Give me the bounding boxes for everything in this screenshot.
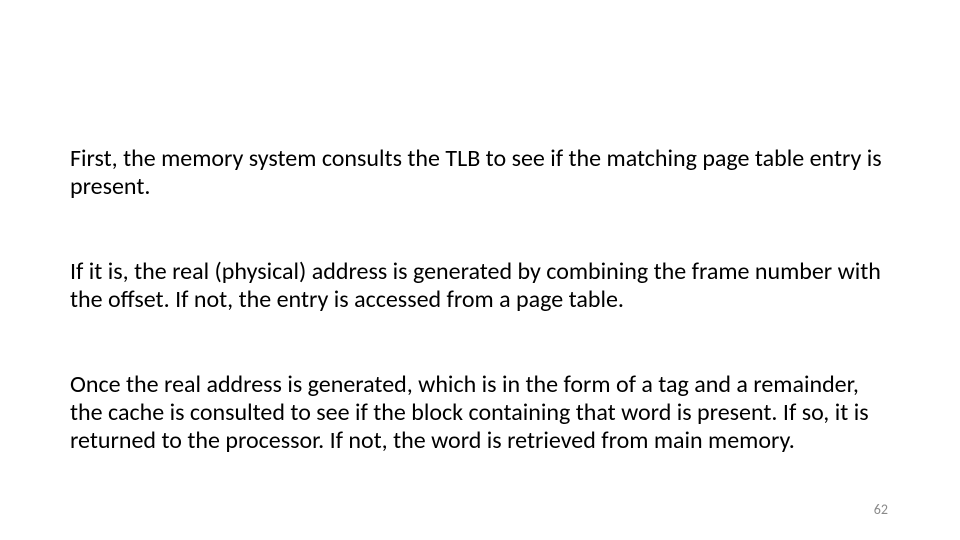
paragraph-1: First, the memory system consults the TL… bbox=[70, 145, 890, 200]
paragraph-3: Once the real address is generated, whic… bbox=[70, 371, 890, 454]
slide: First, the memory system consults the TL… bbox=[0, 0, 960, 540]
page-number: 62 bbox=[874, 501, 888, 518]
paragraph-2: If it is, the real (physical) address is… bbox=[70, 258, 890, 313]
